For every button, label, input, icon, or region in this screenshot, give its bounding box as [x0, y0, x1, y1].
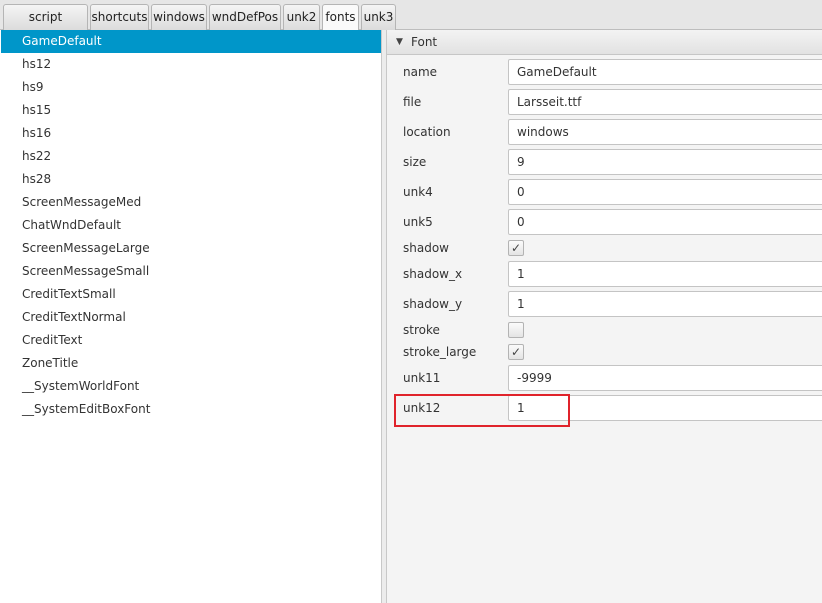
section-title: Font — [411, 35, 438, 49]
tab-script-console[interactable]: script console — [3, 4, 88, 48]
tab-unk3[interactable]: unk3 — [361, 4, 396, 30]
unk4-label: unk4 — [403, 185, 433, 199]
list-item[interactable]: hs16 — [1, 122, 381, 145]
name-field[interactable] — [508, 59, 822, 85]
list-item[interactable]: hs15 — [1, 99, 381, 122]
unk4-field[interactable] — [508, 179, 822, 205]
location-label: location — [403, 125, 451, 139]
tab-bar: script console shortcuts windows wndDefP… — [0, 0, 822, 48]
list-item[interactable]: hs9 — [1, 76, 381, 99]
stroke-checkbox[interactable] — [508, 322, 524, 338]
list-item[interactable]: CreditTextSmall — [1, 283, 381, 306]
tab-shortcuts[interactable]: shortcuts — [90, 4, 149, 30]
unk11-field[interactable] — [508, 365, 822, 391]
list-item[interactable]: GameDefault — [1, 30, 381, 53]
list-item[interactable]: hs12 — [1, 53, 381, 76]
stroke-large-label: stroke_large — [403, 345, 477, 359]
list-item[interactable]: CreditTextNormal — [1, 306, 381, 329]
name-label: name — [403, 65, 438, 79]
unk5-label: unk5 — [403, 215, 433, 229]
unk5-field[interactable] — [508, 209, 822, 235]
file-label: file — [403, 95, 422, 109]
tab-unk2[interactable]: unk2 — [283, 4, 320, 30]
location-field[interactable] — [508, 119, 822, 145]
tab-windows[interactable]: windows — [151, 4, 207, 30]
file-field[interactable] — [508, 89, 822, 115]
list-item[interactable]: ScreenMessageMed — [1, 191, 381, 214]
stroke-label: stroke — [403, 323, 440, 337]
shadow-x-label: shadow_x — [403, 267, 463, 281]
stroke-large-checkbox[interactable]: ✓ — [508, 344, 524, 360]
list-item[interactable]: ScreenMessageLarge — [1, 237, 381, 260]
font-properties-panel: ▼ Font name file location size unk4 unk5… — [387, 30, 822, 603]
tab-wnddefpos[interactable]: wndDefPos — [209, 4, 281, 30]
tab-fonts[interactable]: fonts — [322, 4, 359, 31]
list-item[interactable]: __SystemEditBoxFont — [1, 398, 381, 421]
size-label: size — [403, 155, 427, 169]
list-item[interactable]: ZoneTitle — [1, 352, 381, 375]
list-item[interactable]: hs28 — [1, 168, 381, 191]
list-item[interactable]: ChatWndDefault — [1, 214, 381, 237]
checkmark-icon: ✓ — [510, 345, 522, 359]
list-item[interactable]: __SystemWorldFont — [1, 375, 381, 398]
list-item[interactable]: hs22 — [1, 145, 381, 168]
triangle-down-icon[interactable]: ▼ — [396, 30, 403, 54]
font-section-header[interactable]: ▼ Font — [387, 30, 822, 55]
list-item[interactable]: CreditText — [1, 329, 381, 352]
shadow-x-field[interactable] — [508, 261, 822, 287]
shadow-label: shadow — [403, 241, 449, 255]
unk12-label: unk12 — [403, 401, 441, 415]
shadow-y-label: shadow_y — [403, 297, 463, 311]
unk11-label: unk11 — [403, 371, 441, 385]
fonts-list: GameDefault hs12 hs9 hs15 hs16 hs22 hs28… — [0, 30, 382, 603]
unk12-field[interactable] — [508, 395, 822, 421]
list-item[interactable]: ScreenMessageSmall — [1, 260, 381, 283]
size-field[interactable] — [508, 149, 822, 175]
shadow-y-field[interactable] — [508, 291, 822, 317]
shadow-checkbox[interactable]: ✓ — [508, 240, 524, 256]
checkmark-icon: ✓ — [510, 241, 522, 255]
